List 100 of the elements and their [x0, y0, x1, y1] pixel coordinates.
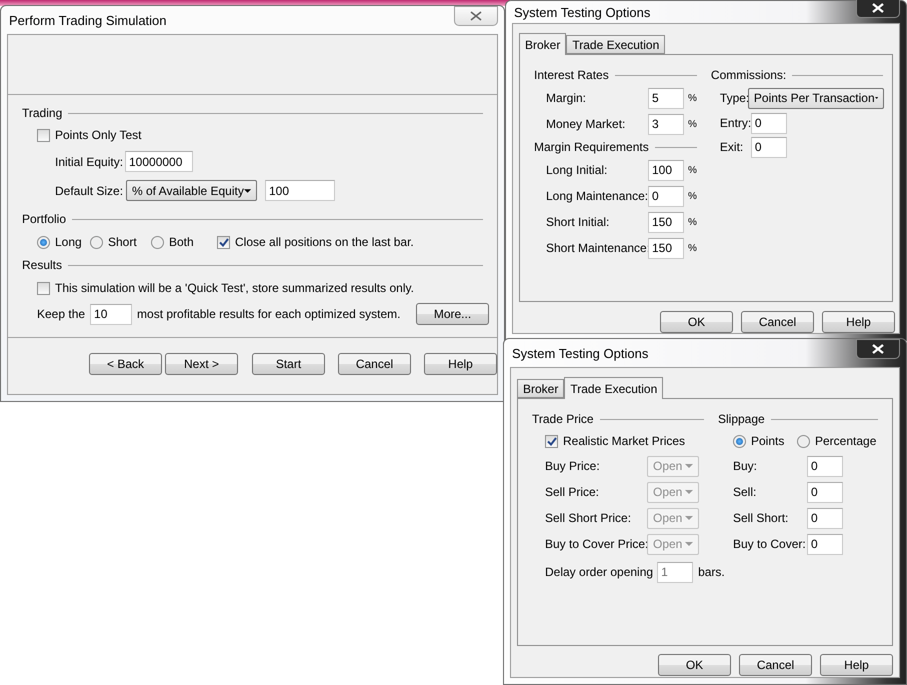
field-label: Long Initial:	[546, 163, 608, 177]
field-label: Type:	[720, 91, 748, 105]
field-label: Delay order opening	[545, 565, 654, 579]
group-heading: Trading	[22, 106, 62, 120]
caret-icon	[244, 188, 251, 192]
field-label: Sell Short:	[733, 511, 790, 525]
field-label: most profitable results for each optimized system.	[137, 307, 400, 321]
checkbox[interactable]	[37, 282, 50, 294]
dialog-button[interactable]: Cancel	[741, 311, 814, 333]
dialog-button[interactable]: Start	[252, 353, 325, 375]
checkmark-icon	[218, 238, 228, 246]
caret-icon	[685, 490, 693, 494]
checkbox-label: Realistic Market Prices	[563, 434, 686, 448]
field-label: Sell Price:	[545, 485, 600, 499]
unit-label: %	[688, 242, 697, 254]
tab[interactable]: Trade Execution	[566, 35, 666, 54]
dialog-button[interactable]: OK	[658, 654, 731, 676]
unit-label: %	[688, 190, 697, 202]
radio-button[interactable]	[90, 236, 103, 248]
radio-label: Points	[751, 434, 784, 448]
field-label: Default Size:	[55, 184, 124, 198]
caret-icon	[685, 516, 693, 520]
tab[interactable]: Trade Execution	[564, 377, 664, 399]
radio-button[interactable]	[151, 236, 164, 248]
field-label: Sell:	[733, 485, 758, 499]
field-label: Buy Price:	[545, 459, 601, 473]
input-field[interactable]: 3	[648, 114, 684, 134]
radio-label: Short	[108, 235, 137, 249]
input-field[interactable]: 0	[807, 456, 843, 476]
unit-label: %	[688, 118, 697, 130]
dropdown[interactable]: % of Available Equity	[126, 180, 257, 201]
input-field[interactable]: 0	[648, 186, 684, 206]
close-button[interactable]	[856, 339, 900, 359]
field-label: Buy:	[733, 459, 758, 473]
radio-label: Both	[169, 235, 194, 249]
checkbox[interactable]	[545, 434, 558, 448]
checkbox-label: Points Only Test	[55, 128, 142, 142]
field-label: Keep the	[37, 307, 86, 321]
dialog-button[interactable]: Help	[822, 311, 895, 333]
field-label: Initial Equity:	[55, 154, 124, 168]
field-label: Buy to Cover:	[733, 537, 807, 551]
input-field[interactable]: 5	[648, 88, 684, 108]
more-button[interactable]: More...	[416, 303, 489, 325]
window-title: Perform Trading Simulation	[8, 12, 167, 28]
input-field[interactable]: 100	[265, 180, 335, 201]
dropdown[interactable]: Points Per Transaction	[748, 88, 884, 108]
dialog-button[interactable]: Help	[424, 353, 497, 375]
field-label: Sell Short Price:	[545, 511, 632, 525]
dialog-button[interactable]: OK	[660, 311, 733, 333]
group-heading: Portfolio	[22, 212, 66, 226]
dialog-button[interactable]: Help	[820, 654, 893, 676]
input-field[interactable]: 0	[807, 534, 843, 554]
tab[interactable]: Broker	[517, 379, 564, 398]
input-field[interactable]: 0	[807, 482, 843, 502]
unit-label: %	[688, 92, 697, 104]
dialog-button[interactable]: < Back	[89, 353, 162, 375]
dialog-button[interactable]: Cancel	[739, 654, 812, 676]
tab[interactable]: Broker	[519, 33, 566, 55]
field-label: Margin:	[546, 91, 588, 105]
input-field[interactable]: 10000000	[125, 151, 193, 172]
field-label: Short Initial:	[546, 215, 610, 229]
checkbox-label: This simulation will be a 'Quick Test', store summarized results only.	[55, 281, 414, 295]
dialog-button[interactable]: Next >	[165, 353, 238, 375]
window-title: System Testing Options	[511, 346, 648, 360]
close-icon	[872, 3, 884, 13]
input-field[interactable]: 0	[750, 136, 787, 158]
input-field[interactable]: 100	[648, 160, 684, 180]
field-label: Money Market:	[546, 117, 626, 131]
input-field[interactable]: 0	[807, 508, 843, 528]
field-label: Long Maintenance:	[546, 189, 648, 203]
checkbox-label: Close all positions on the last bar.	[235, 235, 414, 249]
caret-icon	[685, 542, 693, 546]
input-field[interactable]: 0	[750, 112, 787, 134]
unit-label: %	[688, 164, 697, 176]
close-button[interactable]	[856, 0, 900, 18]
radio-label: Percentage	[815, 434, 876, 448]
input-field[interactable]: 150	[648, 212, 684, 232]
checkbox[interactable]	[217, 236, 230, 248]
input-field[interactable]: 150	[648, 238, 684, 258]
group-heading: Margin Requirements	[534, 140, 649, 154]
radio-button[interactable]	[797, 434, 810, 448]
radio-button[interactable]	[37, 236, 50, 248]
group-heading: Interest Rates	[534, 68, 609, 82]
caret-icon	[685, 464, 693, 468]
field-label: Entry:	[720, 116, 751, 130]
field-label: Buy to Cover Price:	[545, 537, 647, 551]
checkbox[interactable]	[37, 128, 50, 142]
group-heading: Commissions:	[710, 68, 786, 82]
field-label: Short Maintenance:	[546, 241, 648, 255]
group-heading: Results	[22, 258, 62, 272]
dialog-button[interactable]: Cancel	[338, 353, 411, 375]
radio-button[interactable]	[733, 434, 746, 448]
caret-icon	[874, 96, 878, 100]
input-field[interactable]: 10	[90, 304, 132, 324]
group-heading: Trade Price	[532, 412, 594, 426]
group-heading: Slippage	[718, 412, 765, 426]
window-title: System Testing Options	[513, 4, 650, 20]
close-icon	[872, 344, 884, 354]
unit-label: %	[688, 216, 697, 228]
unit-label: bars.	[698, 565, 725, 579]
